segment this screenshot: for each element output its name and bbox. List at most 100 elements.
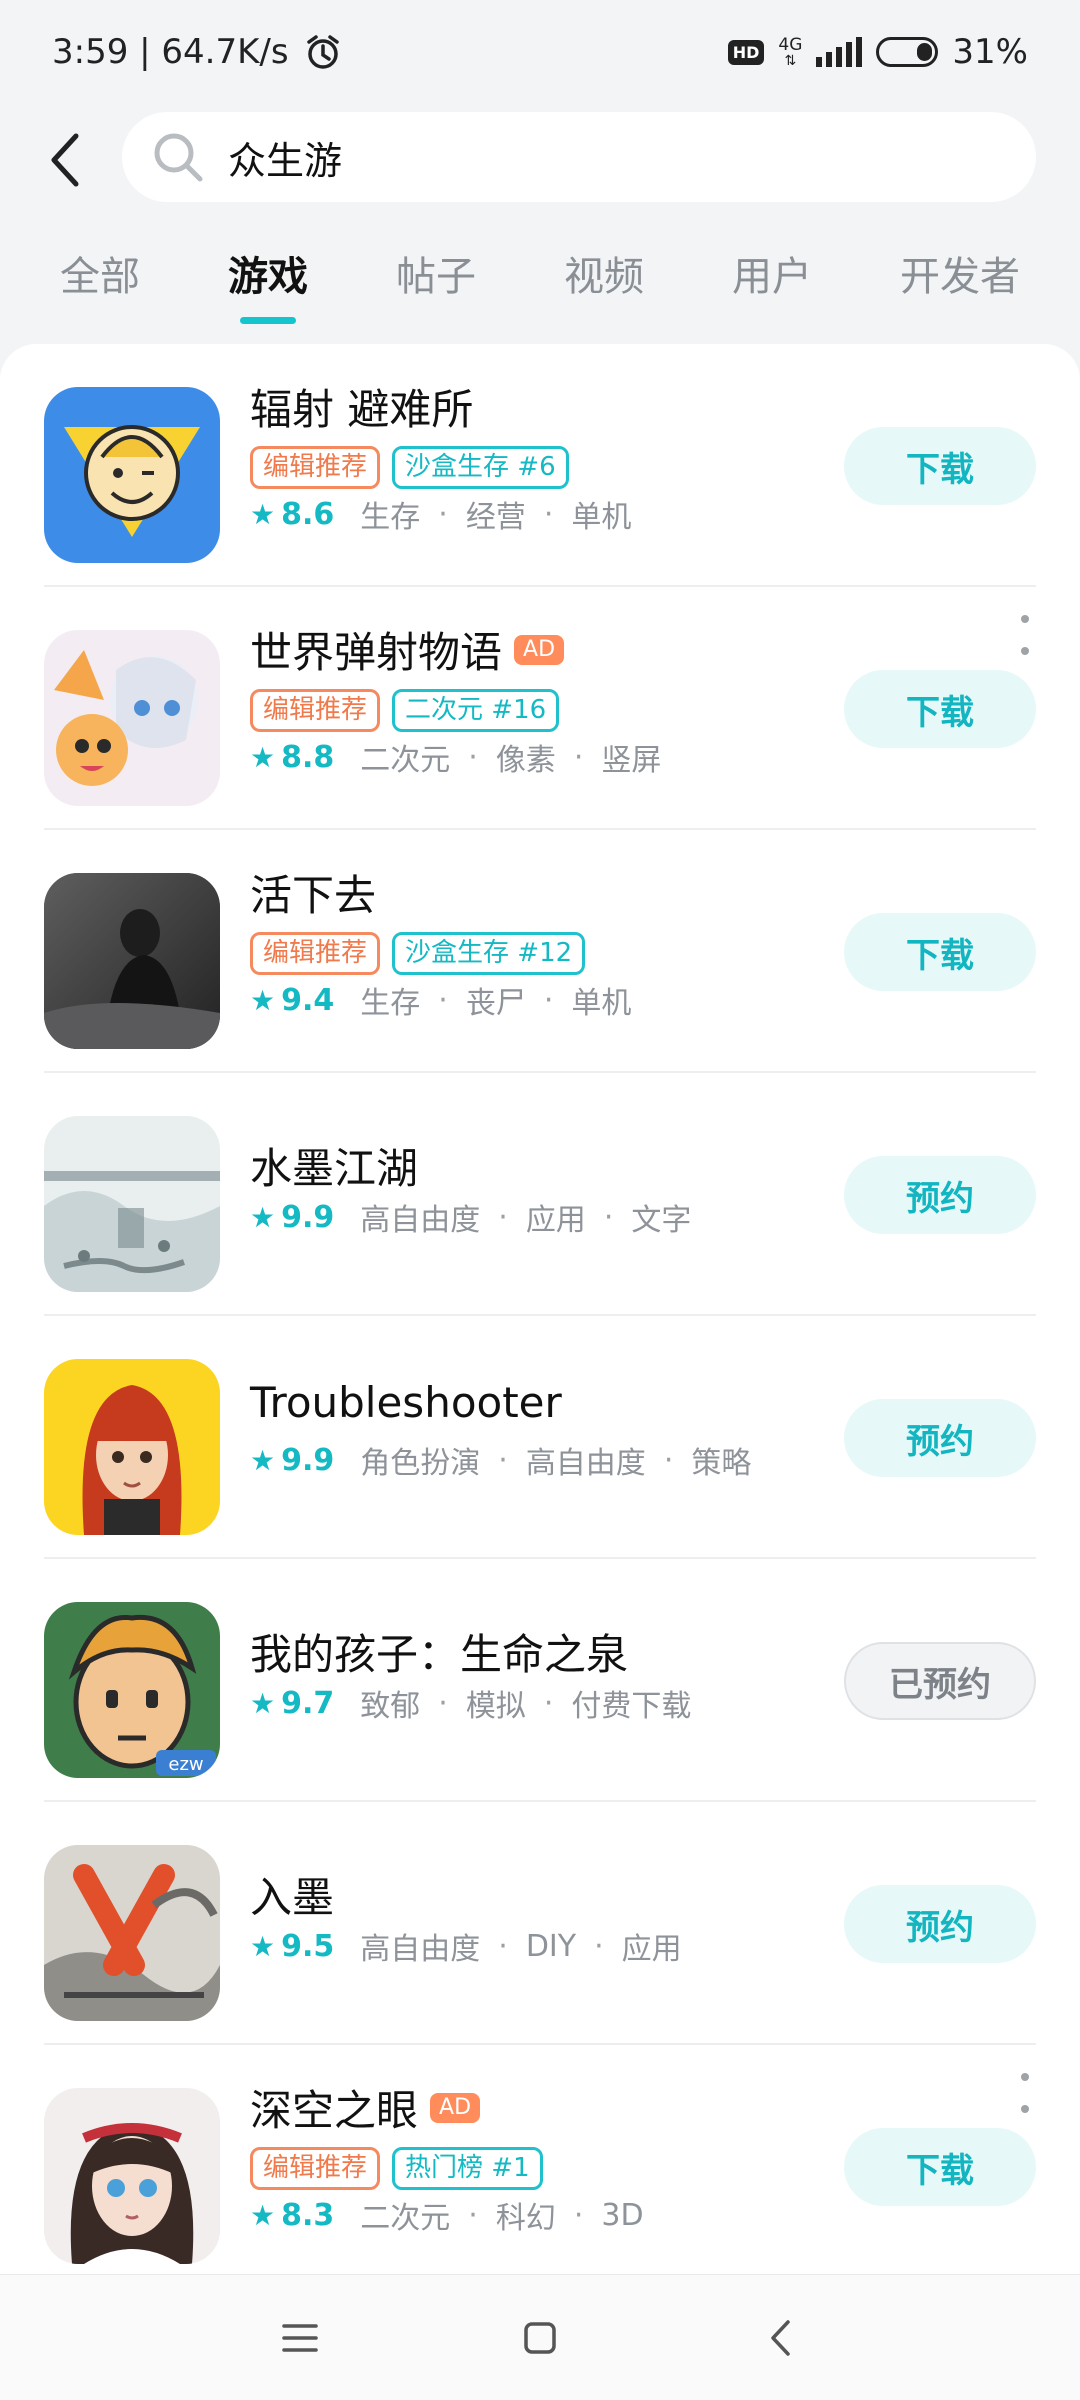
separator-dot: · [468, 2197, 478, 2233]
app-icon-image [44, 1845, 220, 2021]
more-vertical-icon[interactable] [1018, 2073, 1032, 2113]
app-list-item[interactable]: 入墨 ★ 9.5 高自由度 · DIY · 应用 预约 [0, 1802, 1080, 2045]
app-name-row: 世界弹射物语 AD [250, 619, 565, 680]
app-list-item[interactable]: 水墨江湖 ★ 9.9 高自由度 · 应用 · 文字 预约 [0, 1073, 1080, 1316]
ad-badge: AD [514, 634, 565, 665]
search-input[interactable]: 众生游 [122, 112, 1036, 202]
tab-1[interactable]: 游戏 [228, 240, 308, 302]
app-action-button[interactable]: 下载 [844, 2128, 1036, 2206]
app-name-row: 活下去 [250, 862, 376, 923]
app-name-row: 辐射 避难所 [250, 376, 473, 437]
app-genre: 付费下载 [571, 1689, 692, 1724]
app-action-button[interactable]: 下载 [844, 670, 1036, 748]
status-left: 3:59 | 64.7K/s [52, 32, 343, 72]
app-genre: 单机 [571, 986, 632, 1021]
app-action-button[interactable]: 预约 [844, 1885, 1036, 1963]
tab-3[interactable]: 视频 [564, 240, 644, 302]
app-tags: 编辑推荐 热门榜 #1 [250, 2147, 543, 2190]
separator-dot: · [468, 739, 478, 775]
app-icon[interactable] [44, 873, 220, 1049]
separator-dot: · [543, 1685, 554, 1721]
app-tag[interactable]: 沙盒生存 #12 [392, 932, 586, 975]
app-action-button[interactable]: 下载 [844, 913, 1036, 991]
home-button[interactable] [510, 2308, 570, 2368]
app-tag[interactable]: 沙盒生存 #6 [392, 446, 569, 489]
app-list-item[interactable]: Troubleshooter ★ 9.9 角色扮演 · 高自由度 · 策略 预约 [0, 1316, 1080, 1559]
menu-icon [282, 2323, 318, 2352]
status-right: HD 4G ⇅ 31% [727, 32, 1028, 72]
app-tag[interactable]: 二次元 #16 [392, 689, 560, 732]
app-list-item[interactable]: ezw 我的孩子：生命之泉 ★ 9.7 致郁 · 模拟 · 付费下载 已预约 [0, 1559, 1080, 1802]
home-icon [524, 2321, 556, 2354]
star-icon: ★ [250, 740, 276, 774]
app-icon[interactable] [44, 2088, 220, 2264]
app-meta: ★ 9.9 高自由度 · 应用 · 文字 [250, 1195, 691, 1239]
app-list-item[interactable]: 深空之眼 AD 编辑推荐 热门榜 #1 ★ 8.3 二次元 · 科幻 · 3D 下载 [0, 2045, 1080, 2274]
tab-2[interactable]: 帖子 [396, 240, 476, 302]
app-icon-image: ezw [44, 1602, 220, 1778]
app-rating: 9.9 [281, 1199, 335, 1235]
tab-5[interactable]: 开发者 [900, 240, 1020, 302]
menu-button[interactable] [270, 2308, 330, 2368]
app-icon[interactable] [44, 387, 220, 563]
nav-back-button[interactable] [750, 2308, 810, 2368]
app-tag[interactable]: 编辑推荐 [250, 932, 381, 975]
more-vertical-icon[interactable] [1018, 615, 1032, 655]
app-icon[interactable] [44, 1359, 220, 1535]
battery-percent: 31% [952, 32, 1028, 72]
app-meta: ★ 9.5 高自由度 · DIY · 应用 [250, 1924, 682, 1968]
star-icon: ★ [250, 1929, 276, 1963]
app-tag[interactable]: 编辑推荐 [250, 2147, 381, 2190]
app-tag[interactable]: 编辑推荐 [250, 689, 381, 732]
network-indicator: 4G ⇅ [778, 34, 803, 68]
separator-dot: · [543, 496, 554, 532]
star-icon: ★ [250, 1200, 276, 1234]
app-genre: 文字 [631, 1203, 692, 1238]
star-icon: ★ [250, 1686, 276, 1720]
app-name: 我的孩子：生命之泉 [250, 1630, 629, 1679]
app-genre: 丧尸 [465, 986, 526, 1021]
app-tag[interactable]: 编辑推荐 [250, 446, 381, 489]
app-meta: ★ 9.9 角色扮演 · 高自由度 · 策略 [250, 1438, 751, 1482]
app-icon[interactable]: ezw [44, 1602, 220, 1778]
tab-bar: 全部 游戏 帖子 视频 用户 开发者 [60, 240, 1020, 320]
app-genre: 科幻 [495, 2201, 556, 2236]
app-action-button[interactable]: 已预约 [844, 1642, 1036, 1720]
app-genre: 经营 [465, 500, 526, 535]
app-action-button[interactable]: 预约 [844, 1156, 1036, 1234]
app-icon[interactable] [44, 1116, 220, 1292]
separator-dot: · [438, 982, 448, 1018]
app-genre: 像素 [495, 743, 556, 778]
separator-dot: · [543, 982, 554, 1018]
battery-icon [876, 37, 939, 67]
app-name: 入墨 [250, 1873, 335, 1922]
app-genre: 策略 [691, 1446, 752, 1481]
system-nav-bar [0, 2274, 1080, 2400]
app-genre: 致郁 [360, 1689, 421, 1724]
app-list-item[interactable]: 活下去 编辑推荐 沙盒生存 #12 ★ 9.4 生存 · 丧尸 · 单机 下载 [0, 830, 1080, 1073]
app-genre: 高自由度 [360, 1932, 481, 1967]
tab-0[interactable]: 全部 [60, 240, 140, 302]
app-meta: ★ 8.6 生存 · 经营 · 单机 [250, 492, 631, 536]
app-action-button[interactable]: 下载 [844, 427, 1036, 505]
app-icon[interactable] [44, 1845, 220, 2021]
separator-dot: · [573, 2197, 584, 2233]
tab-4[interactable]: 用户 [732, 240, 812, 302]
hd-badge: HD [727, 39, 765, 65]
app-action-button[interactable]: 预约 [844, 1399, 1036, 1477]
app-icon[interactable] [44, 630, 220, 806]
app-name: 水墨江湖 [250, 1144, 419, 1193]
app-rating: 8.3 [281, 2197, 335, 2233]
app-tag[interactable]: 热门榜 #1 [392, 2147, 543, 2190]
back-button[interactable] [40, 130, 90, 190]
app-meta: ★ 9.7 致郁 · 模拟 · 付费下载 [250, 1681, 691, 1725]
app-name-row: Troubleshooter [250, 1378, 562, 1427]
signal-icon [816, 37, 863, 67]
app-genre: DIY [525, 1928, 577, 1964]
app-list-item[interactable]: 世界弹射物语 AD 编辑推荐 二次元 #16 ★ 8.8 二次元 · 像素 · 竖屏 下载 [0, 587, 1080, 830]
app-icon-image [44, 387, 220, 563]
network-type: 4G [778, 34, 803, 55]
separator-dot: · [663, 1442, 674, 1478]
app-list-item[interactable]: 辐射 避难所 编辑推荐 沙盒生存 #6 ★ 8.6 生存 · 经营 · 单机 下载 [0, 344, 1080, 587]
app-icon-image [44, 2088, 220, 2264]
